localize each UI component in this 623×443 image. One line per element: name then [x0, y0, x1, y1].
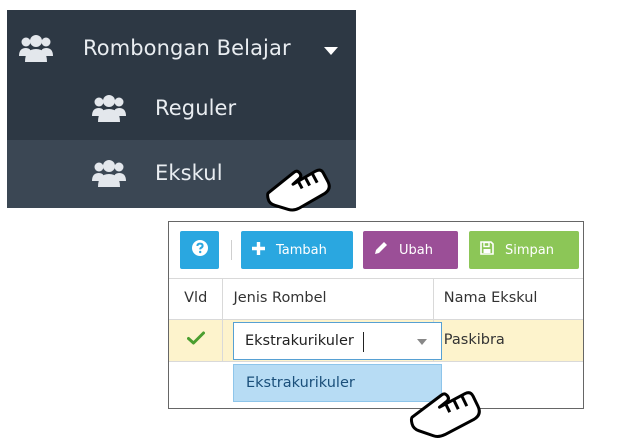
- edit-button-label: Ubah: [399, 242, 433, 258]
- help-button[interactable]: [180, 231, 219, 269]
- grid-header-row: Vld Jenis Rombel Nama Ekskul: [169, 278, 583, 320]
- edit-button[interactable]: Ubah: [363, 231, 458, 269]
- nama-ekskul-cell: Paskibra: [432, 318, 583, 362]
- caret-down-icon: [324, 47, 338, 55]
- chevron-down-icon[interactable]: [417, 339, 427, 345]
- pencil-icon: [373, 240, 389, 260]
- add-button[interactable]: Tambah: [241, 231, 353, 269]
- save-button-label: Simpan: [505, 242, 554, 258]
- data-grid-panel: Tambah Ubah Simpan Vld Jenis Rombel Nama…: [168, 221, 584, 409]
- toolbar-separator: [231, 240, 232, 260]
- sidebar-item-label: Reguler: [155, 96, 237, 120]
- users-icon: [92, 159, 126, 193]
- dropdown-option-ekstrakurikuler[interactable]: Ekstrakurikuler: [246, 375, 355, 391]
- vld-cell: [169, 318, 224, 362]
- jenis-rombel-select[interactable]: Ekstrakurikuler: [233, 322, 442, 360]
- sidebar-item-reguler[interactable]: Reguler: [7, 78, 356, 140]
- save-button[interactable]: Simpan: [469, 231, 579, 269]
- column-header-vld[interactable]: Vld: [169, 278, 224, 320]
- column-header-nama-ekskul[interactable]: Nama Ekskul: [432, 278, 583, 320]
- add-button-label: Tambah: [276, 242, 327, 258]
- select-value: Ekstrakurikuler: [245, 333, 354, 349]
- text-cursor: [363, 332, 364, 352]
- toolbar: Tambah Ubah Simpan: [169, 222, 583, 279]
- users-icon: [19, 34, 53, 68]
- sidebar-item-label: Rombongan Belajar: [83, 36, 291, 60]
- sidebar-item-rombongan-belajar[interactable]: Rombongan Belajar: [7, 18, 356, 80]
- users-icon: [92, 94, 126, 128]
- check-icon: [186, 331, 205, 349]
- hand-pointer-icon: [266, 168, 331, 212]
- question-circle-icon: [191, 240, 208, 260]
- floppy-disk-icon: [479, 240, 495, 260]
- column-header-jenis-rombel[interactable]: Jenis Rombel: [222, 278, 434, 320]
- plus-icon: [251, 241, 266, 260]
- sidebar-item-label: Ekskul: [155, 161, 223, 185]
- hand-pointer-icon: [409, 391, 481, 438]
